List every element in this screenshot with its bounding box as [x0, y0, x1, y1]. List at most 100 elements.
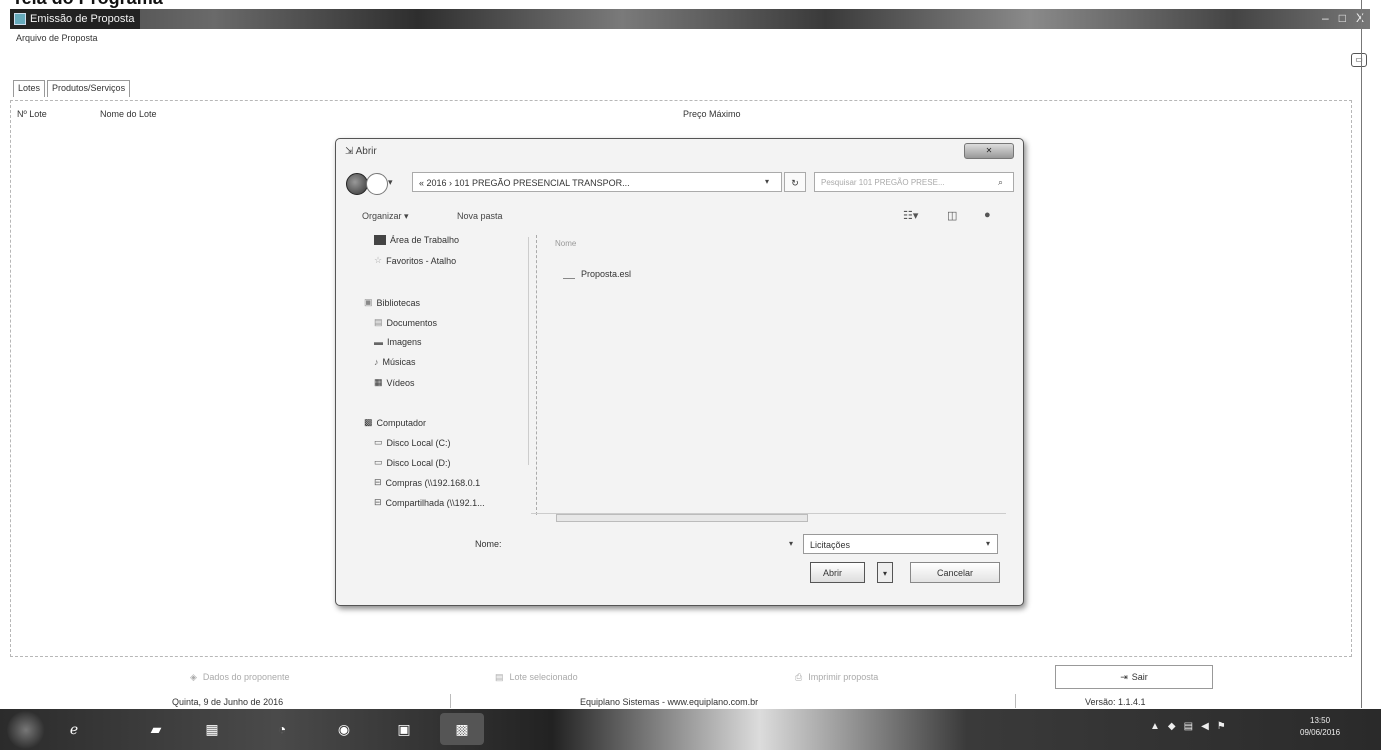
library-icon: ▣	[364, 297, 373, 307]
new-folder-button[interactable]: Nova pasta	[457, 211, 503, 221]
address-bar[interactable]: « 2016 › 101 PREGÃO PRESENCIAL TRANSPOR.…	[412, 172, 782, 192]
pane-splitter[interactable]	[536, 235, 538, 515]
open-button[interactable]: Abrir	[810, 562, 865, 583]
file-type-filter[interactable]: Licitações	[803, 534, 998, 554]
nav-item-area-de-trabalho[interactable]: Área de Trabalho	[374, 235, 459, 245]
view-options-icon[interactable]: ☷▾	[903, 209, 918, 222]
help-icon[interactable]: ●	[984, 209, 991, 221]
sair-button[interactable]: ⇥ Sair	[1055, 665, 1213, 689]
recent-locations-chevron-icon[interactable]: ▾	[388, 177, 393, 188]
open-file-dialog: ⇲ Abrir ✕ ▾ « 2016 › 101 PREGÃO PRESENCI…	[335, 138, 1024, 606]
start-button[interactable]	[7, 711, 45, 749]
status-company: Equiplano Sistemas - www.equiplano.com.b…	[580, 697, 759, 707]
file-name-input[interactable]	[504, 537, 794, 553]
file-icon	[563, 277, 575, 279]
nav-item-imagens[interactable]: ▬ Imagens	[374, 337, 422, 347]
active-app-icon[interactable]: ▩	[440, 713, 484, 745]
desktop-icon	[374, 235, 386, 245]
file-item[interactable]: Proposta.esl	[563, 269, 631, 279]
browser-icon[interactable]: ℯ	[52, 713, 96, 745]
nav-item-musicas[interactable]: ♪ Músicas	[374, 357, 416, 367]
music-icon: ♪	[374, 357, 379, 367]
calendar-icon[interactable]: ▣	[382, 713, 426, 745]
search-icon: ⌕	[998, 177, 1004, 187]
lote-selecionado-button[interactable]: ▤ Lote selecionado	[495, 666, 578, 688]
nav-item-favoritos[interactable]: ☆ Favoritos - Atalho	[374, 255, 456, 266]
clock-date: 09/06/2016	[1300, 728, 1341, 737]
media-icon[interactable]: ◔	[260, 713, 304, 745]
nav-item-disco-d[interactable]: ▭ Disco Local (D:)	[374, 457, 451, 468]
column-header-nome-lote[interactable]: Nome do Lote	[100, 109, 157, 119]
column-header-nome[interactable]: Nome	[555, 239, 576, 248]
user-icon: ◈	[190, 671, 197, 682]
list-icon: ▤	[495, 671, 504, 682]
volume-icon[interactable]: ◀	[1201, 721, 1209, 732]
search-input[interactable]: Pesquisar 101 PREGÃO PRESE...	[814, 172, 1014, 192]
tray-arrow-icon[interactable]: ▲	[1150, 721, 1160, 732]
open-button-dropdown[interactable]: ▾	[877, 562, 893, 583]
preview-pane-icon[interactable]: ◫	[947, 209, 957, 222]
window-controls: – □ X	[1322, 11, 1364, 25]
menu-arquivo-de-proposta[interactable]: Arquivo de Proposta	[16, 33, 98, 43]
nav-item-compartilhada[interactable]: ⊟ Compartilhada (\\192.1...	[374, 497, 485, 508]
folder-icon[interactable]: ▦	[190, 713, 234, 745]
star-icon: ☆	[374, 255, 383, 265]
app-circle-icon[interactable]: ◉	[322, 713, 366, 745]
filter-dropdown-icon[interactable]: ▾	[986, 539, 990, 548]
scrollbar-thumb[interactable]	[556, 514, 808, 522]
clock-time: 13:50	[1310, 716, 1331, 725]
clock[interactable]: 13:50 09/06/2016	[1300, 715, 1340, 739]
status-date: Quinta, 9 de Junho de 2016	[172, 697, 284, 707]
flag-icon[interactable]: ⚑	[1217, 721, 1226, 732]
tab-lotes[interactable]: Lotes	[13, 80, 46, 97]
nav-item-disco-c[interactable]: ▭ Disco Local (C:)	[374, 437, 451, 448]
network-drive-icon: ⊟	[374, 497, 382, 507]
column-header-numero-lote[interactable]: Nº Lote	[17, 109, 47, 119]
network-icon[interactable]: ▤	[1184, 721, 1193, 732]
dialog-title: ⇲ Abrir	[345, 146, 377, 157]
dialog-close-button[interactable]: ✕	[964, 143, 1014, 159]
file-name-dropdown-icon[interactable]: ▾	[789, 539, 793, 548]
nav-item-compras[interactable]: ⊟ Compras (\\192.168.0.1	[374, 477, 480, 488]
tray-app-icon[interactable]: ◆	[1168, 721, 1176, 732]
nav-item-videos[interactable]: ▦ Vídeos	[374, 377, 415, 388]
network-drive-icon: ⊟	[374, 477, 382, 487]
drive-icon: ▭	[374, 457, 383, 467]
back-button[interactable]	[346, 173, 368, 195]
document-heading: Tela do Programa	[12, 0, 163, 9]
tab-produtos-servicos[interactable]: Produtos/Serviços	[47, 80, 131, 97]
exit-icon: ⇥	[1120, 671, 1128, 682]
image-icon: ▬	[374, 337, 383, 347]
file-name: Proposta.esl	[581, 269, 632, 279]
nav-item-computador[interactable]: ▩ Computador	[364, 417, 426, 428]
nav-item-documentos[interactable]: ▤ Documentos	[374, 317, 437, 328]
dialog-app-icon: ⇲	[345, 146, 356, 157]
window-titlebar[interactable]: Emissão de Proposta – □ X	[10, 9, 1370, 29]
maximize-button[interactable]: □	[1339, 11, 1346, 25]
computer-icon: ▩	[364, 417, 373, 427]
document-icon: ▤	[374, 317, 383, 327]
printer-icon: ⎙	[795, 671, 803, 682]
comment-icon[interactable]: ▭	[1351, 53, 1367, 67]
system-tray: ▲ ◆ ▤ ◀ ⚑	[1150, 721, 1226, 732]
dados-proponente-button[interactable]: ◈ Dados do proponente	[190, 666, 290, 688]
address-dropdown-icon[interactable]: ▾	[765, 177, 769, 186]
nav-item-bibliotecas[interactable]: ▣ Bibliotecas	[364, 297, 420, 308]
explorer-icon[interactable]: ▰	[134, 713, 178, 745]
navigation-pane: Área de Trabalho ☆ Favoritos - Atalho ▣ Bi…	[364, 229, 541, 514]
column-header-preco-maximo[interactable]: Preço Máximo	[683, 109, 741, 119]
cancel-button[interactable]: Cancelar	[910, 562, 1000, 583]
file-name-label: Nome:	[475, 539, 502, 549]
organize-button[interactable]: Organizar ▾	[362, 211, 409, 222]
forward-button[interactable]	[366, 173, 388, 195]
app-icon	[14, 13, 26, 25]
close-button[interactable]: X	[1356, 11, 1364, 25]
window-title: Emissão de Proposta	[30, 13, 135, 25]
window-border-line	[1361, 0, 1362, 708]
refresh-button[interactable]: ↻	[784, 172, 806, 192]
minimize-button[interactable]: –	[1322, 11, 1329, 25]
video-icon: ▦	[374, 377, 383, 387]
imprimir-proposta-button[interactable]: ⎙ Imprimir proposta	[795, 666, 878, 688]
status-separator	[1015, 694, 1016, 708]
drive-icon: ▭	[374, 437, 383, 447]
